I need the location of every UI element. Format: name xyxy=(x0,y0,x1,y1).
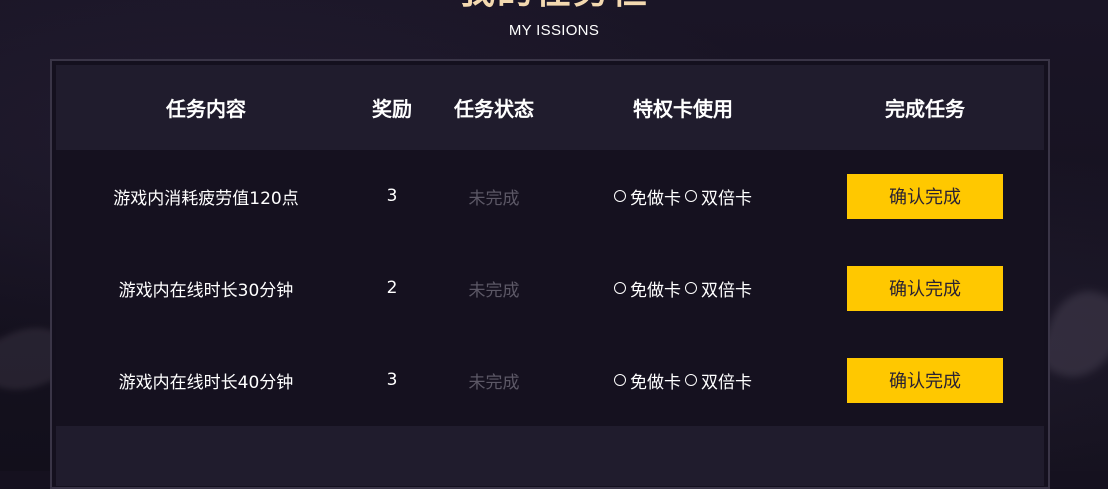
privilege-card-options: 免做卡 双倍卡 xyxy=(560,242,806,334)
column-header-privilege: 特权卡使用 xyxy=(633,97,733,121)
skip-card-label: 免做卡 xyxy=(630,280,681,301)
double-card-radio[interactable]: 双倍卡 xyxy=(685,184,752,209)
confirm-complete-button[interactable]: 确认完成 xyxy=(847,357,1003,403)
double-card-label: 双倍卡 xyxy=(701,280,752,301)
column-header-task: 任务内容 xyxy=(166,97,246,121)
privilege-card-options: 免做卡 双倍卡 xyxy=(560,334,806,426)
radio-circle-icon[interactable] xyxy=(685,374,697,386)
task-content: 游戏内在线时长40分钟 xyxy=(118,372,294,393)
mission-table: 任务内容 奖励 任务状态 特权卡使用 完成任务 游戏内消耗疲劳值120点 3 未… xyxy=(56,65,1044,486)
column-header-status: 任务状态 xyxy=(454,97,534,121)
task-reward: 3 xyxy=(386,186,398,206)
table-row: 游戏内在线时长40分钟 3 未完成 免做卡 双倍卡 确认完成 xyxy=(56,334,1044,426)
diamond-ornament-icon xyxy=(676,0,706,6)
task-reward: 2 xyxy=(386,278,398,298)
skip-card-radio[interactable]: 免做卡 xyxy=(614,276,681,301)
mission-table-frame: 任务内容 奖励 任务状态 特权卡使用 完成任务 游戏内消耗疲劳值120点 3 未… xyxy=(50,59,1050,489)
page-title: 我的任务栏 xyxy=(0,0,1108,14)
action-cell: 确认完成 xyxy=(806,242,1044,334)
table-row: 游戏内消耗疲劳值120点 3 未完成 免做卡 双倍卡 确认完成 xyxy=(56,150,1044,242)
task-status: 未完成 xyxy=(468,280,520,301)
column-header-reward: 奖励 xyxy=(372,97,412,121)
task-reward: 3 xyxy=(386,370,398,390)
task-content: 游戏内消耗疲劳值120点 xyxy=(113,188,299,209)
skip-card-label: 免做卡 xyxy=(630,372,681,393)
skip-card-label: 免做卡 xyxy=(630,188,681,209)
skip-card-radio[interactable]: 免做卡 xyxy=(614,184,681,209)
radio-circle-icon[interactable] xyxy=(614,190,626,202)
double-card-radio[interactable]: 双倍卡 xyxy=(685,276,752,301)
privilege-group: 免做卡 双倍卡 xyxy=(614,368,752,393)
task-content: 游戏内在线时长30分钟 xyxy=(118,280,294,301)
double-card-label: 双倍卡 xyxy=(701,188,752,209)
table-header-row: 任务内容 奖励 任务状态 特权卡使用 完成任务 xyxy=(56,65,1044,150)
table-footer xyxy=(56,426,1044,486)
radio-circle-icon[interactable] xyxy=(685,282,697,294)
radio-circle-icon[interactable] xyxy=(614,282,626,294)
radio-circle-icon[interactable] xyxy=(614,374,626,386)
privilege-card-options: 免做卡 双倍卡 xyxy=(560,150,806,242)
task-status: 未完成 xyxy=(468,372,520,393)
double-card-label: 双倍卡 xyxy=(701,372,752,393)
task-status: 未完成 xyxy=(468,188,520,209)
column-header-complete: 完成任务 xyxy=(885,97,965,121)
privilege-group: 免做卡 双倍卡 xyxy=(614,276,752,301)
confirm-complete-button[interactable]: 确认完成 xyxy=(847,265,1003,311)
radio-circle-icon[interactable] xyxy=(685,190,697,202)
action-cell: 确认完成 xyxy=(806,150,1044,242)
page-subtitle: MY ISSIONS xyxy=(508,22,600,39)
double-card-radio[interactable]: 双倍卡 xyxy=(685,368,752,393)
table-row: 游戏内在线时长30分钟 2 未完成 免做卡 双倍卡 确认完成 xyxy=(56,242,1044,334)
privilege-group: 免做卡 双倍卡 xyxy=(614,184,752,209)
confirm-complete-button[interactable]: 确认完成 xyxy=(847,173,1003,219)
action-cell: 确认完成 xyxy=(806,334,1044,426)
skip-card-radio[interactable]: 免做卡 xyxy=(614,368,681,393)
